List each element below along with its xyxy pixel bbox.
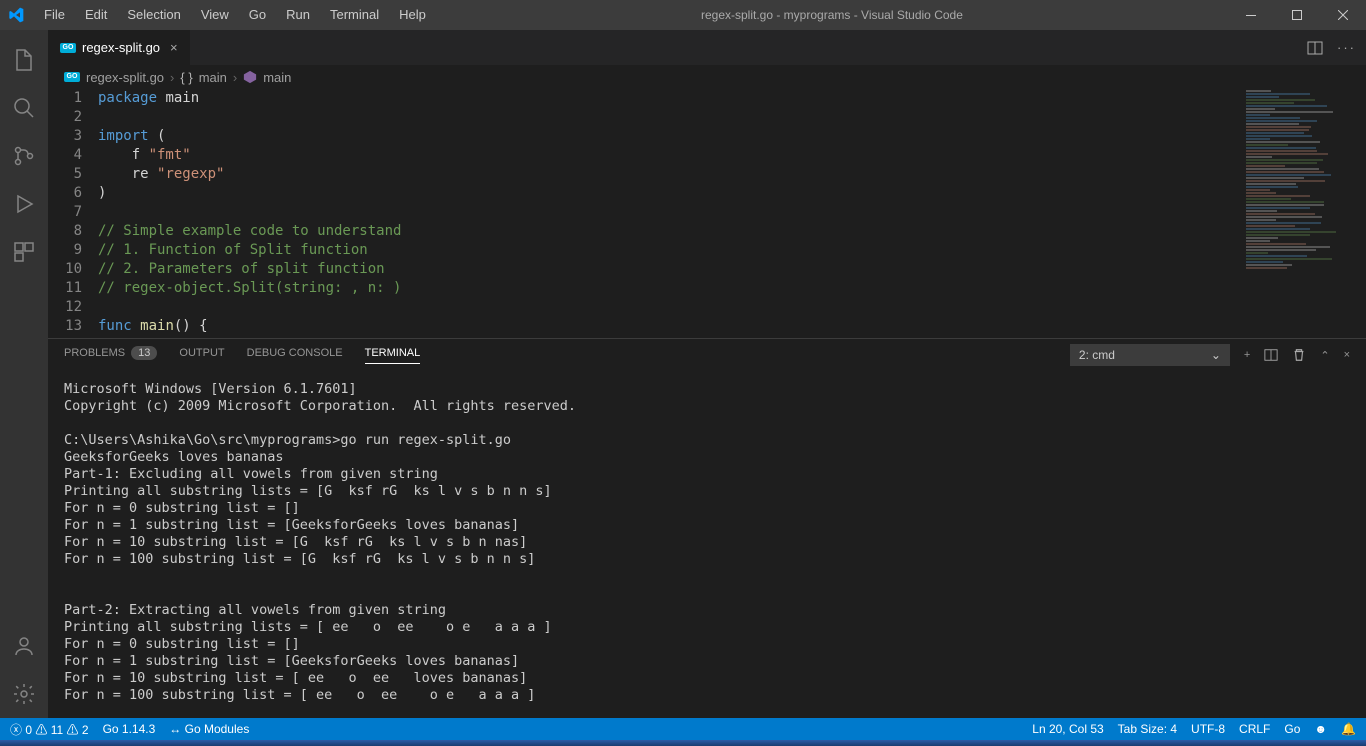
tab-regex-split[interactable]: GO regex-split.go × <box>48 30 191 65</box>
menu-go[interactable]: Go <box>239 0 276 30</box>
extensions-icon[interactable] <box>0 228 48 276</box>
go-file-icon: GO <box>60 43 76 53</box>
search-icon[interactable] <box>0 84 48 132</box>
split-terminal-icon[interactable] <box>1264 348 1278 362</box>
panel-tabs: PROBLEMS 13 OUTPUT DEBUG CONSOLE TERMINA… <box>48 339 1366 371</box>
breadcrumb-file: regex-split.go <box>86 70 164 85</box>
breadcrumb-package: main <box>199 70 227 85</box>
minimize-button[interactable] <box>1228 0 1274 30</box>
tab-close-icon[interactable]: × <box>170 40 178 55</box>
menu-edit[interactable]: Edit <box>75 0 117 30</box>
menu-bar: FileEditSelectionViewGoRunTerminalHelp <box>34 0 436 30</box>
status-eol[interactable]: CRLF <box>1239 722 1270 736</box>
new-terminal-icon[interactable]: + <box>1244 349 1250 361</box>
notifications-icon[interactable]: 🔔 <box>1341 722 1356 736</box>
more-actions-icon[interactable]: ··· <box>1337 40 1356 55</box>
vscode-logo-icon <box>8 7 24 23</box>
breadcrumb-function: main <box>263 70 291 85</box>
status-bar: ⓧ 0 ⚠ 11 ⚠ 2 Go 1.14.3 ↔ Go Modules Ln 2… <box>0 718 1366 740</box>
tab-problems[interactable]: PROBLEMS 13 <box>64 346 157 364</box>
status-indentation[interactable]: Tab Size: 4 <box>1118 722 1177 736</box>
maximize-panel-icon[interactable]: ⌃ <box>1320 349 1329 362</box>
titlebar: FileEditSelectionViewGoRunTerminalHelp r… <box>0 0 1366 30</box>
windows-taskbar <box>0 740 1366 746</box>
status-go-modules[interactable]: ↔ Go Modules <box>169 722 249 736</box>
problems-badge: 13 <box>131 346 157 360</box>
tab-output[interactable]: OUTPUT <box>179 347 224 363</box>
feedback-icon[interactable]: ☻ <box>1314 722 1327 736</box>
source-control-icon[interactable] <box>0 132 48 180</box>
menu-terminal[interactable]: Terminal <box>320 0 389 30</box>
activity-bar <box>0 30 48 718</box>
status-language[interactable]: Go <box>1284 722 1300 736</box>
close-panel-icon[interactable]: × <box>1344 349 1350 361</box>
tab-debug-console[interactable]: DEBUG CONSOLE <box>247 347 343 363</box>
terminal-selector[interactable]: 2: cmd ⌄ <box>1070 344 1230 366</box>
kill-terminal-icon[interactable] <box>1292 348 1306 362</box>
settings-gear-icon[interactable] <box>0 670 48 718</box>
close-button[interactable] <box>1320 0 1366 30</box>
maximize-button[interactable] <box>1274 0 1320 30</box>
code-editor[interactable]: 12345678910111213 package main import ( … <box>48 89 1366 338</box>
accounts-icon[interactable] <box>0 622 48 670</box>
window-controls <box>1228 0 1366 30</box>
editor-tabs: GO regex-split.go × ··· <box>48 30 1366 65</box>
menu-selection[interactable]: Selection <box>117 0 190 30</box>
explorer-icon[interactable] <box>0 36 48 84</box>
go-file-icon: GO <box>64 72 80 82</box>
minimap[interactable] <box>1242 89 1352 338</box>
menu-file[interactable]: File <box>34 0 75 30</box>
tab-label: regex-split.go <box>82 40 160 55</box>
status-go-version[interactable]: Go 1.14.3 <box>103 722 156 736</box>
chevron-down-icon: ⌄ <box>1211 348 1221 362</box>
menu-help[interactable]: Help <box>389 0 436 30</box>
line-numbers: 12345678910111213 <box>48 89 98 338</box>
run-debug-icon[interactable] <box>0 180 48 228</box>
code-content[interactable]: package main import ( f "fmt" re "regexp… <box>98 89 1366 338</box>
terminal-output[interactable]: Microsoft Windows [Version 6.1.7601] Cop… <box>48 371 1366 718</box>
split-editor-icon[interactable] <box>1307 40 1323 56</box>
symbol-function-icon <box>243 70 257 84</box>
breadcrumb[interactable]: GO regex-split.go › { } main › main <box>48 65 1366 89</box>
window-title: regex-split.go - myprograms - Visual Stu… <box>436 8 1228 22</box>
status-errors-warnings[interactable]: ⓧ 0 ⚠ 11 ⚠ 2 <box>10 721 89 738</box>
bottom-panel: PROBLEMS 13 OUTPUT DEBUG CONSOLE TERMINA… <box>48 338 1366 718</box>
tab-terminal[interactable]: TERMINAL <box>365 347 421 364</box>
status-encoding[interactable]: UTF-8 <box>1191 722 1225 736</box>
menu-view[interactable]: View <box>191 0 239 30</box>
menu-run[interactable]: Run <box>276 0 320 30</box>
status-cursor-position[interactable]: Ln 20, Col 53 <box>1032 722 1103 736</box>
